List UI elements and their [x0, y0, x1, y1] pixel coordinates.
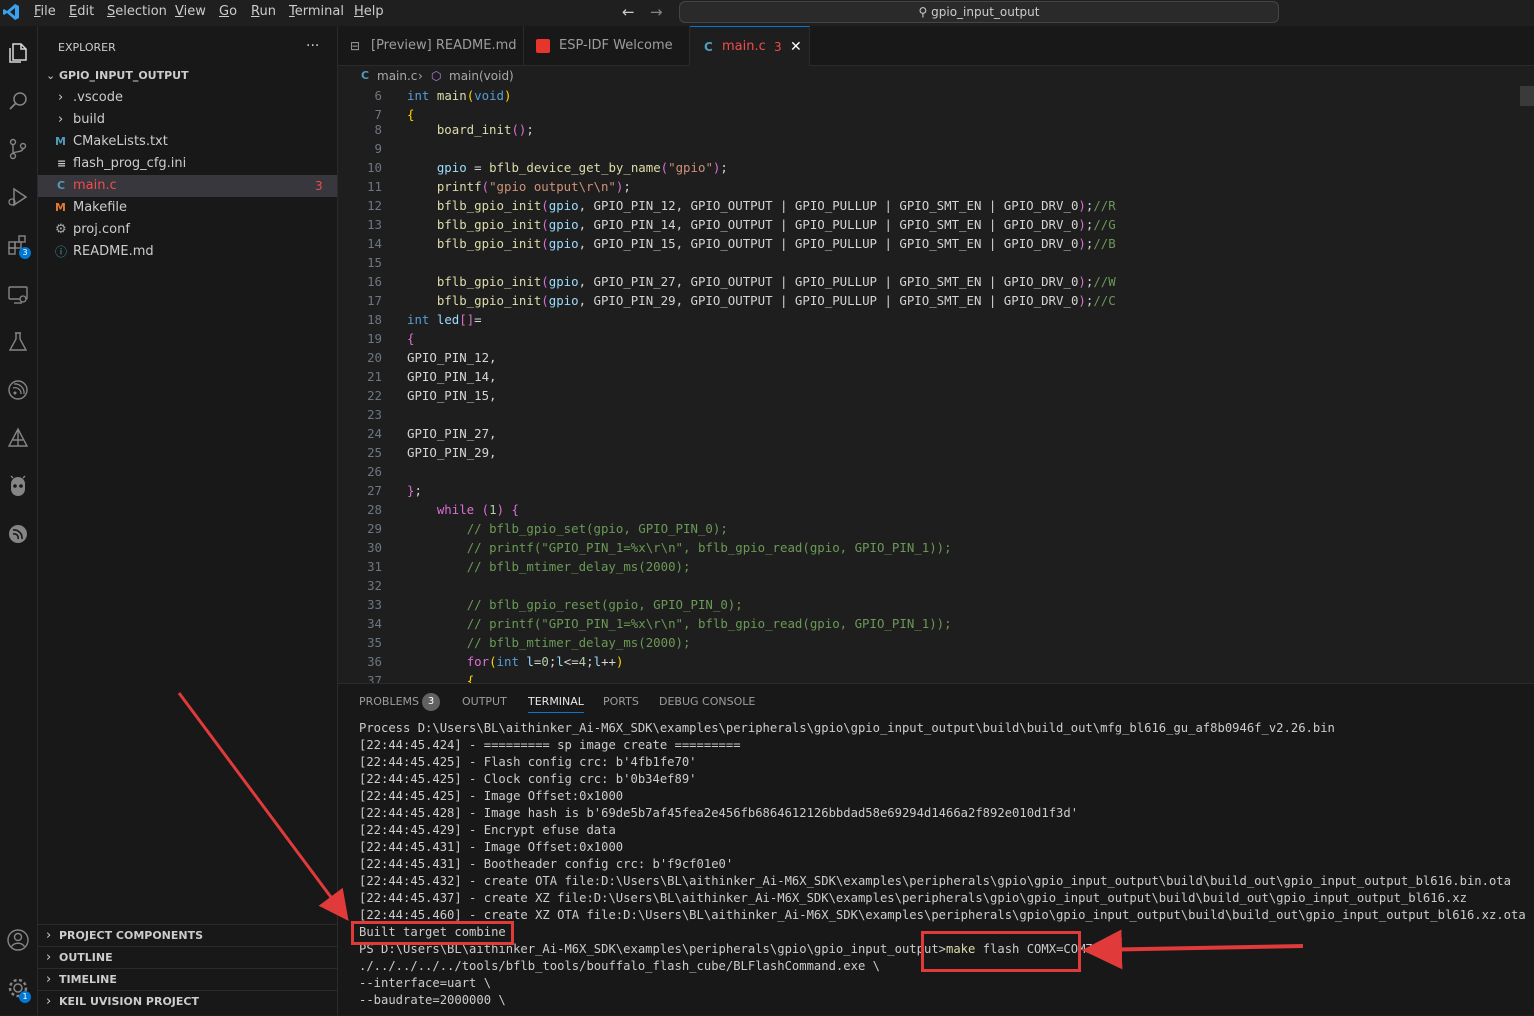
arrow-to-flash-command: [1082, 929, 1304, 970]
arrow-to-built-target: [177, 692, 349, 921]
annotation-arrows: [177, 692, 1304, 970]
